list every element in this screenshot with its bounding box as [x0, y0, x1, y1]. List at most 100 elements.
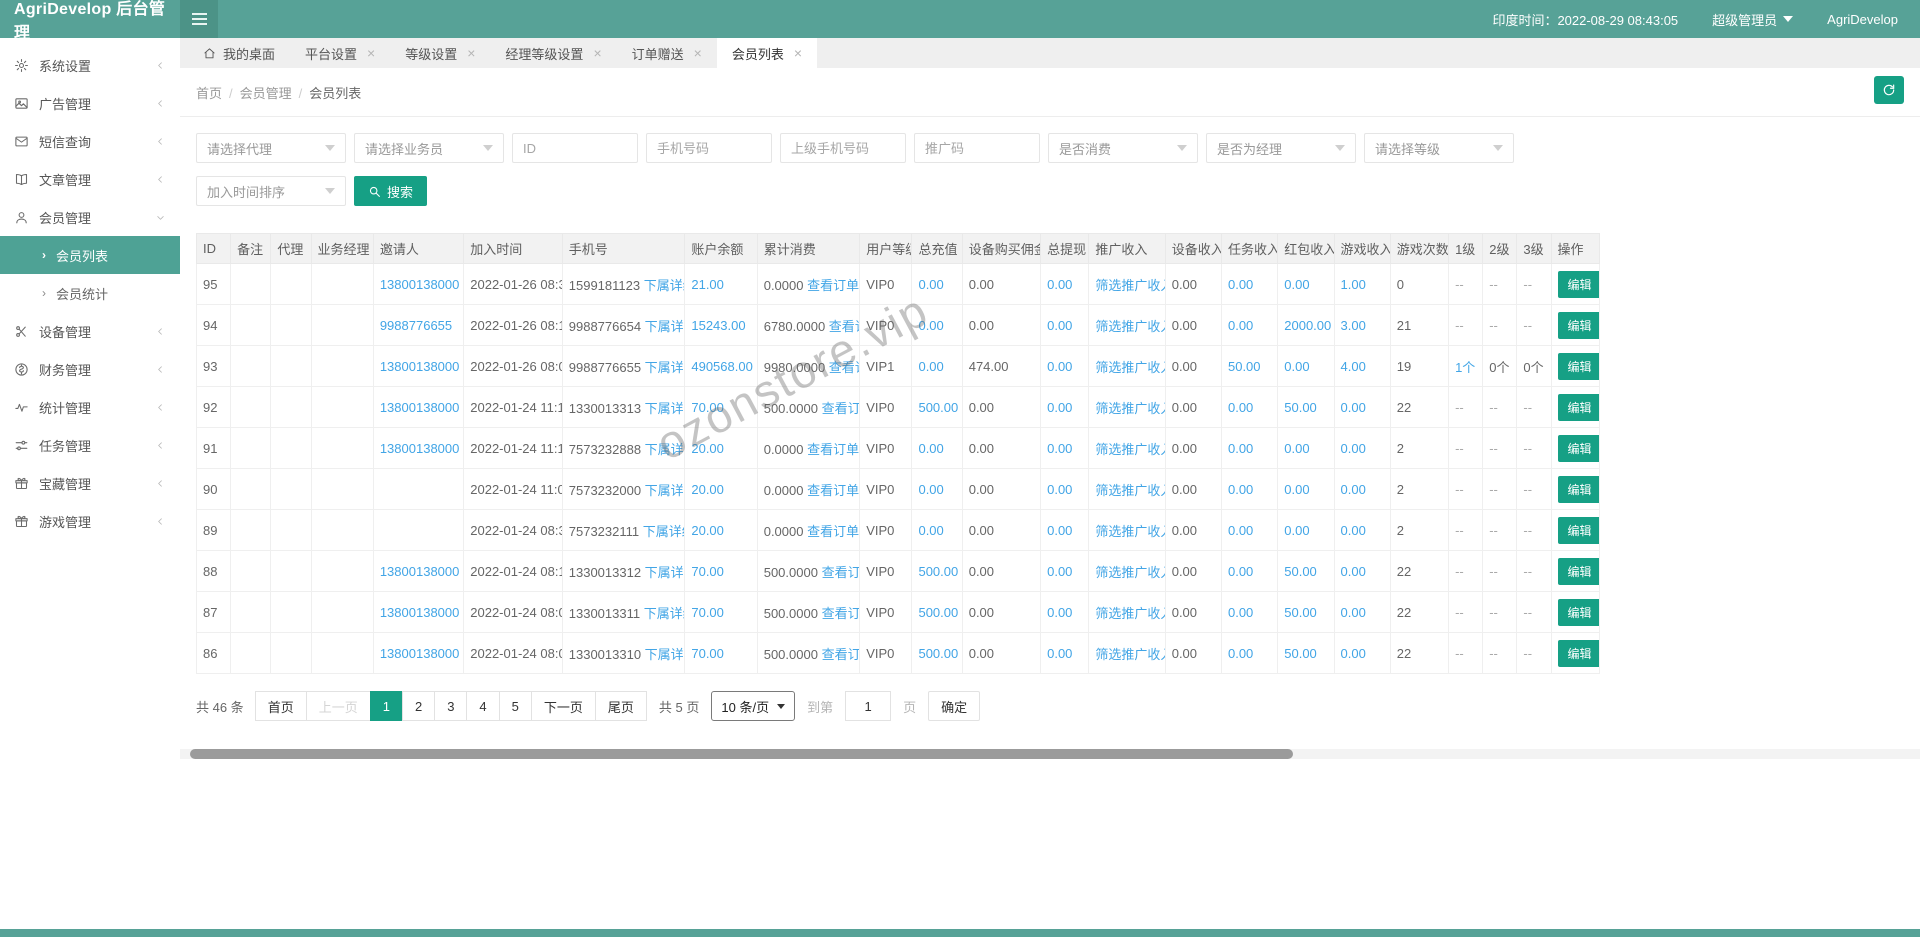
subordinate-detail-link[interactable]: 下属详细 — [644, 606, 684, 621]
tab-会员列表[interactable]: 会员列表 × — [716, 38, 818, 68]
tab-订单赠送[interactable]: 订单赠送 × — [617, 38, 717, 68]
view-orders-link[interactable]: 查看订单 — [807, 524, 859, 539]
cell-link[interactable]: 0.00 — [1228, 523, 1253, 538]
cell-link[interactable]: 21.00 — [691, 277, 724, 292]
cell-link[interactable]: 0.00 — [1341, 523, 1366, 538]
cell-link[interactable]: 0.00 — [1341, 564, 1366, 579]
pagination-next-button[interactable]: 下一页 — [530, 691, 596, 721]
tab-等级设置[interactable]: 等级设置 × — [390, 38, 490, 68]
view-orders-link[interactable]: 查看订单 — [829, 360, 859, 375]
cell-link[interactable]: 13800138000 — [380, 277, 460, 292]
close-icon[interactable]: × — [593, 46, 601, 60]
sidebar-item-系统设置[interactable]: 系统设置 — [0, 46, 180, 84]
view-orders-link[interactable]: 查看订单 — [807, 483, 859, 498]
edit-button[interactable]: 编辑 — [1557, 311, 1599, 339]
cell-link[interactable]: 0.00 — [1228, 318, 1253, 333]
cell-link[interactable]: 0.00 — [918, 441, 943, 456]
edit-button[interactable]: 编辑 — [1557, 516, 1599, 544]
cell-link[interactable]: 0.00 — [1284, 277, 1309, 292]
breadcrumb-section[interactable]: 会员管理 — [240, 86, 292, 101]
edit-button[interactable]: 编辑 — [1557, 475, 1599, 503]
promo-income-filter-link[interactable]: 筛选推广收入 — [1095, 483, 1164, 498]
subordinate-detail-link[interactable]: 下属详细 — [644, 278, 684, 293]
cell-link[interactable]: 50.00 — [1284, 605, 1317, 620]
filter-select-请选择业务员[interactable]: 请选择业务员 — [354, 133, 504, 163]
view-orders-link[interactable]: 查看订单 — [807, 442, 859, 457]
tab-我的桌面[interactable]: 我的桌面 — [188, 38, 290, 68]
edit-button[interactable]: 编辑 — [1557, 434, 1599, 462]
promo-income-filter-link[interactable]: 筛选推广收入 — [1095, 565, 1164, 580]
cell-link[interactable]: 13800138000 — [380, 646, 460, 661]
tab-平台设置[interactable]: 平台设置 × — [290, 38, 390, 68]
cell-link[interactable]: 0.00 — [1047, 564, 1072, 579]
subordinate-detail-link[interactable]: 下属详细 — [645, 442, 684, 457]
sidebar-item-统计管理[interactable]: 统计管理 — [0, 388, 180, 426]
filter-select-是否为经理[interactable]: 是否为经理 — [1206, 133, 1356, 163]
cell-link[interactable]: 0.00 — [1047, 646, 1072, 661]
filter-input-上级手机号码[interactable] — [780, 133, 906, 163]
cell-link[interactable]: 50.00 — [1284, 400, 1317, 415]
sidebar-item-会员管理[interactable]: 会员管理 — [0, 198, 180, 236]
cell-link[interactable]: 0.00 — [1341, 605, 1366, 620]
view-orders-link[interactable]: 查看订单 — [822, 606, 859, 621]
cell-link[interactable]: 0.00 — [918, 318, 943, 333]
cell-link[interactable]: 70.00 — [691, 400, 724, 415]
refresh-button[interactable] — [1874, 76, 1904, 104]
cell-link[interactable]: 0.00 — [1047, 605, 1072, 620]
pagination-prev-button[interactable]: 上一页 — [305, 691, 371, 721]
cell-link[interactable]: 0.00 — [1341, 441, 1366, 456]
cell-link[interactable]: 0.00 — [1047, 441, 1072, 456]
subordinate-detail-link[interactable]: 下属详细 — [645, 565, 684, 580]
pagination-last-button[interactable]: 尾页 — [594, 691, 647, 721]
cell-link[interactable]: 500.00 — [918, 646, 958, 661]
view-orders-link[interactable]: 查看订单 — [822, 565, 859, 580]
view-orders-link[interactable]: 查看订单 — [822, 647, 859, 662]
cell-link[interactable]: 2000.00 — [1284, 318, 1331, 333]
cell-link[interactable]: 0.00 — [1284, 523, 1309, 538]
username[interactable]: AgriDevelop — [1827, 12, 1898, 27]
sidebar-item-设备管理[interactable]: 设备管理 — [0, 312, 180, 350]
cell-link[interactable]: 70.00 — [691, 564, 724, 579]
sidebar-item-财务管理[interactable]: 财务管理 — [0, 350, 180, 388]
cell-link[interactable]: 0.00 — [1047, 523, 1072, 538]
cell-link[interactable]: 0.00 — [1341, 482, 1366, 497]
close-icon[interactable]: × — [367, 46, 375, 60]
cell-link[interactable]: 0.00 — [1047, 400, 1072, 415]
cell-link[interactable]: 0.00 — [918, 523, 943, 538]
cell-link[interactable]: 0.00 — [1228, 482, 1253, 497]
cell-link[interactable]: 0.00 — [918, 277, 943, 292]
goto-confirm-button[interactable]: 确定 — [928, 691, 981, 721]
per-page-select[interactable]: 10 条/页 — [711, 691, 796, 721]
cell-link[interactable]: 3.00 — [1341, 318, 1366, 333]
edit-button[interactable]: 编辑 — [1557, 557, 1599, 585]
cell-link[interactable]: 0.00 — [1341, 646, 1366, 661]
cell-link[interactable]: 0.00 — [1284, 482, 1309, 497]
close-icon[interactable]: × — [794, 46, 802, 60]
cell-link[interactable]: 500.00 — [918, 564, 958, 579]
cell-link[interactable]: 0.00 — [1228, 400, 1253, 415]
cell-link[interactable]: 70.00 — [691, 646, 724, 661]
cell-link[interactable]: 0.00 — [1228, 564, 1253, 579]
promo-income-filter-link[interactable]: 筛选推广收入 — [1095, 401, 1164, 416]
cell-link[interactable]: 13800138000 — [380, 605, 460, 620]
subordinate-detail-link[interactable]: 下属详细 — [645, 319, 684, 334]
goto-page-input[interactable] — [845, 691, 892, 721]
sidebar-subitem-会员列表[interactable]: › 会员列表 — [0, 236, 180, 274]
edit-button[interactable]: 编辑 — [1557, 393, 1599, 421]
cell-link[interactable]: 20.00 — [691, 482, 724, 497]
subordinate-detail-link[interactable]: 下属详细 — [645, 401, 684, 416]
pagination-page-4[interactable]: 4 — [466, 691, 500, 721]
promo-income-filter-link[interactable]: 筛选推广收入 — [1095, 606, 1164, 621]
cell-link[interactable]: 20.00 — [691, 523, 724, 538]
close-icon[interactable]: × — [694, 46, 702, 60]
view-orders-link[interactable]: 查看订单 — [807, 278, 859, 293]
cell-link[interactable]: 0.00 — [1228, 605, 1253, 620]
cell-link[interactable]: 500.00 — [918, 605, 958, 620]
pagination-page-3[interactable]: 3 — [434, 691, 468, 721]
sidebar-item-任务管理[interactable]: 任务管理 — [0, 426, 180, 464]
cell-link[interactable]: 50.00 — [1284, 564, 1317, 579]
cell-link[interactable]: 1.00 — [1341, 277, 1366, 292]
cell-link[interactable]: 50.00 — [1284, 646, 1317, 661]
cell-link[interactable]: 13800138000 — [380, 359, 460, 374]
breadcrumb-home[interactable]: 首页 — [196, 86, 222, 101]
